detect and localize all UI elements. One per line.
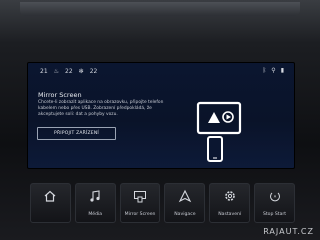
connect-device-button[interactable]: PŘIPOJIT ZAŘÍZENÍ [37, 127, 116, 140]
touchbar-stop-start-label: Stop Start [262, 212, 287, 217]
usb-icon: ⚲ [271, 67, 276, 74]
fan-icon[interactable]: ✻ [79, 68, 84, 75]
touchbar-settings-label: Nastavení [218, 212, 242, 217]
dashboard-trim [20, 2, 300, 16]
home-icon [45, 190, 56, 202]
touchbar-mirror-screen[interactable]: Mirror Screen [119, 183, 161, 223]
seat-right[interactable]: 22 [90, 68, 98, 75]
svg-text:A: A [273, 195, 276, 199]
touchbar-settings[interactable]: Nastavení [209, 183, 251, 223]
touchbar-mirror-screen-label: Mirror Screen [124, 212, 156, 217]
touch-bar: Média Mirror Screen Navigace Nastavení A… [30, 183, 295, 223]
mirror-screen-icon [134, 191, 147, 203]
temperature-left[interactable]: 21 [40, 68, 48, 75]
phone-icon [207, 136, 223, 162]
music-icon [90, 190, 100, 202]
signal-icon: ▮ [280, 67, 284, 74]
navigation-icon [178, 189, 192, 203]
seat-left[interactable]: 22 [65, 68, 73, 75]
status-bar: 21 ♨ 22 ✻ 22 ᛒ ⚲ ▮ [28, 63, 294, 79]
touchbar-stop-start[interactable]: A Stop Start [254, 183, 295, 223]
mirror-screen-title: Mirror Screen [38, 91, 82, 99]
touchbar-home[interactable] [30, 183, 71, 223]
infotainment-screen: 21 ♨ 22 ✻ 22 ᛒ ⚲ ▮ Mirror Screen Chcete-… [27, 62, 295, 169]
seat-heat-icon[interactable]: ♨ [54, 68, 59, 75]
carplay-triangle-icon [208, 112, 220, 123]
settings-icon [224, 191, 235, 201]
touchbar-navigation-label: Navigace [174, 212, 196, 217]
bluetooth-icon: ᛒ [262, 67, 267, 74]
touchbar-media[interactable]: Média [74, 183, 116, 223]
stop-start-icon: A [269, 192, 280, 202]
touchbar-media-label: Média [88, 212, 103, 217]
mirror-screen-description: Chcete-li zobrazit aplikace na obrazovku… [38, 100, 164, 117]
mirror-screen-illustration [196, 101, 242, 162]
watermark: RAJAUT.CZ [263, 227, 314, 236]
touchbar-navigation[interactable]: Navigace [164, 183, 206, 223]
